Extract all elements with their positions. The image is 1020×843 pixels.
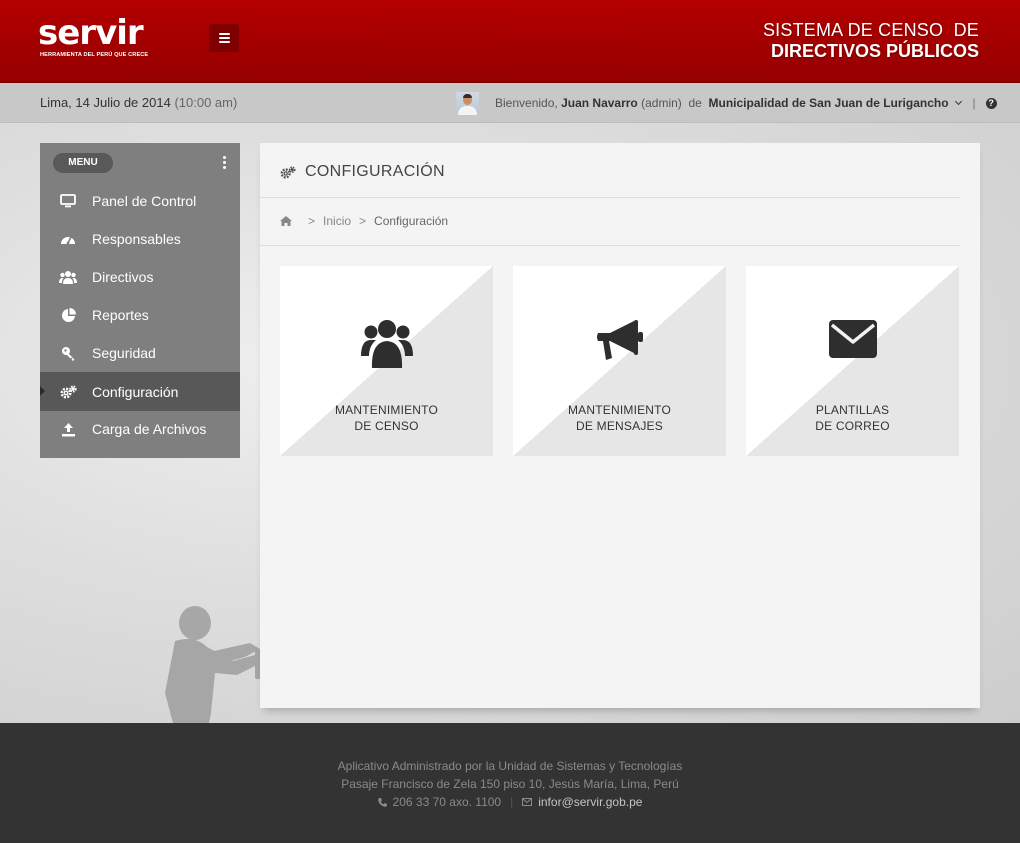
chevron-down-icon[interactable] (954, 97, 962, 106)
breadcrumb-current: Configuración (374, 214, 449, 228)
tile-label-line1: MANTENIMIENTO (334, 403, 439, 417)
home-icon[interactable] (280, 216, 292, 226)
tile-label-line2: DE CORREO (815, 419, 890, 433)
content-panel: CONFIGURACIÓN > Inicio > Configuración M… (260, 143, 980, 708)
envelope-icon (522, 798, 533, 806)
footer-address: Pasaje Francisco de Zela 150 piso 10, Je… (341, 777, 679, 791)
sidebar-item-label: Panel de Control (92, 193, 197, 209)
footer-contact: 206 33 70 axo. 1100 | infor@servir.gob.p… (0, 795, 1020, 809)
sidebar-item-seguridad[interactable]: Seguridad (40, 334, 240, 372)
date-text: Lima, 14 Julio de 2014 (40, 95, 171, 110)
page-title: CONFIGURACIÓN (280, 163, 445, 181)
system-title-line1: SISTEMA DE CENSO DE (762, 20, 979, 40)
users-icon (59, 268, 77, 286)
sidebar-item-configuracion[interactable]: Configuración (40, 372, 240, 411)
help-icon[interactable]: ? (985, 97, 997, 109)
current-date: Lima, 14 Julio de 2014 (10:00 am) (40, 95, 237, 110)
divider (260, 197, 960, 198)
footer-line1: Aplicativo Administrado por la Unidad de… (337, 759, 683, 773)
tile-label: MANTENIMIENTO DE MENSAJES (513, 402, 726, 434)
sidebar-item-label: Directivos (92, 269, 154, 285)
breadcrumb-separator: > (308, 214, 316, 228)
avatar[interactable] (456, 91, 479, 115)
pie-chart-icon (59, 306, 77, 324)
top-header: servir HERRAMIENTA DEL PERÚ QUE CRECE SI… (0, 0, 1020, 83)
tile-label: PLANTILLAS DE CORREO (746, 402, 959, 434)
dashboard-icon (59, 230, 77, 248)
system-title: SISTEMA DE CENSO DE DIRECTIVOS PÚBLICOS (763, 20, 979, 61)
logo-tagline: HERRAMIENTA DEL PERÚ QUE CRECE (40, 52, 149, 58)
key-icon (59, 344, 77, 362)
hamburger-icon (218, 33, 230, 35)
divider (260, 245, 960, 246)
tile-mantenimiento-mensajes[interactable]: MANTENIMIENTO DE MENSAJES (513, 266, 726, 456)
tile-plantillas-correo[interactable]: PLANTILLAS DE CORREO (746, 266, 959, 456)
menu-label: MENU (53, 153, 113, 173)
bullhorn-icon (513, 318, 726, 362)
gears-icon (280, 165, 296, 179)
servir-logo[interactable]: servir HERRAMIENTA DEL PERÚ QUE CRECE (38, 13, 148, 58)
monitor-icon (59, 192, 77, 210)
page-title-text: CONFIGURACIÓN (305, 163, 445, 180)
user-info: Bienvenido, Juan Navarro (admin) de Muni… (456, 91, 997, 115)
users-icon (280, 318, 493, 368)
organization-selector[interactable]: Municipalidad de San Juan de Lurigancho (709, 96, 949, 110)
tile-label-line2: DE CENSO (354, 419, 419, 433)
gears-icon (59, 383, 77, 401)
footer: Aplicativo Administrado por la Unidad de… (0, 723, 1020, 843)
sidebar-item-label: Carga de Archivos (92, 421, 207, 437)
info-bar: Lima, 14 Julio de 2014 (10:00 am) Bienve… (0, 83, 1020, 123)
sidebar-item-label: Seguridad (92, 345, 156, 361)
welcome-label: Bienvenido, (495, 96, 558, 110)
system-title-line2: DIRECTIVOS PÚBLICOS (770, 41, 979, 61)
phone-icon (377, 797, 387, 807)
sidebar-item-label: Configuración (92, 383, 179, 400)
user-role: (admin) (641, 96, 682, 110)
tile-mantenimiento-censo[interactable]: MANTENIMIENTO DE CENSO (280, 266, 493, 456)
more-options-icon[interactable] (223, 156, 226, 169)
tile-label: MANTENIMIENTO DE CENSO (280, 402, 493, 434)
sidebar-item-carga-de-archivos[interactable]: Carga de Archivos (40, 410, 240, 448)
sidebar-item-responsables[interactable]: Responsables (40, 220, 240, 258)
tile-label-line2: DE MENSAJES (576, 419, 663, 433)
hamburger-menu-button[interactable] (209, 24, 239, 52)
logo-wordmark: servir (38, 13, 144, 53)
sidebar-item-label: Responsables (92, 231, 181, 247)
sidebar: MENU Panel de Control Responsables Direc… (40, 143, 240, 458)
tile-label-line1: PLANTILLAS (815, 403, 890, 417)
of-label: de (688, 96, 702, 110)
sidebar-item-panel-de-control[interactable]: Panel de Control (40, 182, 240, 220)
sidebar-item-reportes[interactable]: Reportes (40, 296, 240, 334)
envelope-icon (746, 318, 959, 360)
separator: | (510, 795, 514, 809)
upload-icon (59, 420, 77, 438)
phone-number: 206 33 70 axo. 1100 (392, 795, 502, 809)
sidebar-item-label: Reportes (92, 307, 149, 323)
breadcrumb-separator: > (359, 214, 367, 228)
email-link[interactable]: infor@servir.gob.pe (538, 795, 642, 809)
breadcrumb: > Inicio > Configuración (280, 214, 448, 228)
breadcrumb-home[interactable]: Inicio (323, 214, 351, 228)
tile-label-line1: MANTENIMIENTO (567, 403, 672, 417)
separator: | (972, 96, 976, 110)
time-text: (10:00 am) (174, 95, 238, 110)
sidebar-item-directivos[interactable]: Directivos (40, 258, 240, 296)
user-name: Juan Navarro (561, 96, 638, 110)
